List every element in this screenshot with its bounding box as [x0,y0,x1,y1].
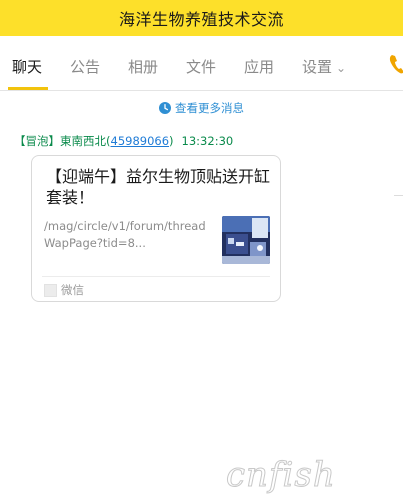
sender-tag: 【冒泡】 [14,134,60,148]
message-time: 13:32:30 [181,134,234,148]
chevron-down-icon: ⌄ [336,61,347,75]
tab-album[interactable]: 相册 [128,56,158,77]
side-panel-edge [394,90,403,498]
card-url: /mag/circle/v1/forum/threadWapPage?tid=8… [44,219,206,250]
card-divider [42,276,270,277]
card-thumbnail [222,216,270,264]
shared-link-card[interactable]: 【迎端午】益尔生物顶贴送开缸套装！ /mag/circle/v1/forum/t… [31,155,281,302]
site-watermark: cnfish [226,455,396,496]
tab-bar: 聊天 公告 相册 文件 应用 设置 ⌄ [0,36,403,91]
tab-apps[interactable]: 应用 [244,56,274,77]
tab-files[interactable]: 文件 [186,56,216,77]
view-more-messages-label: 查看更多消息 [175,101,244,115]
divider [394,195,403,196]
card-title: 【迎端午】益尔生物顶贴送开缸套装！ [46,167,271,207]
tab-announcements[interactable]: 公告 [70,56,100,77]
window-title: 海洋生物养殖技术交流 [118,10,284,29]
message-sender-line: 【冒泡】東南西北(45989066) 13:32:30 [14,133,233,149]
tab-chat[interactable]: 聊天 [12,56,42,77]
active-tab-indicator [8,87,48,90]
card-source: 微信 [61,283,84,297]
sender-qq-number[interactable]: 45989066 [111,134,170,148]
clock-icon [159,102,171,114]
tab-settings-label: 设置 [302,58,333,76]
title-bar: 海洋生物养殖技术交流 [0,0,403,36]
sender-qq-close: ) [169,134,174,148]
card-footer: 微信 [44,282,84,298]
tab-settings[interactable]: 设置 ⌄ [302,56,346,77]
phone-icon[interactable] [388,52,403,76]
sender-name[interactable]: 東南西北 [60,134,106,148]
watermark-text: cnfish [226,455,336,496]
group-chat-window: 海洋生物养殖技术交流 聊天 公告 相册 文件 应用 设置 ⌄ 查看更多消息 【冒泡… [0,0,403,498]
view-more-messages-link[interactable]: 查看更多消息 [0,98,403,118]
wechat-icon [44,283,57,297]
